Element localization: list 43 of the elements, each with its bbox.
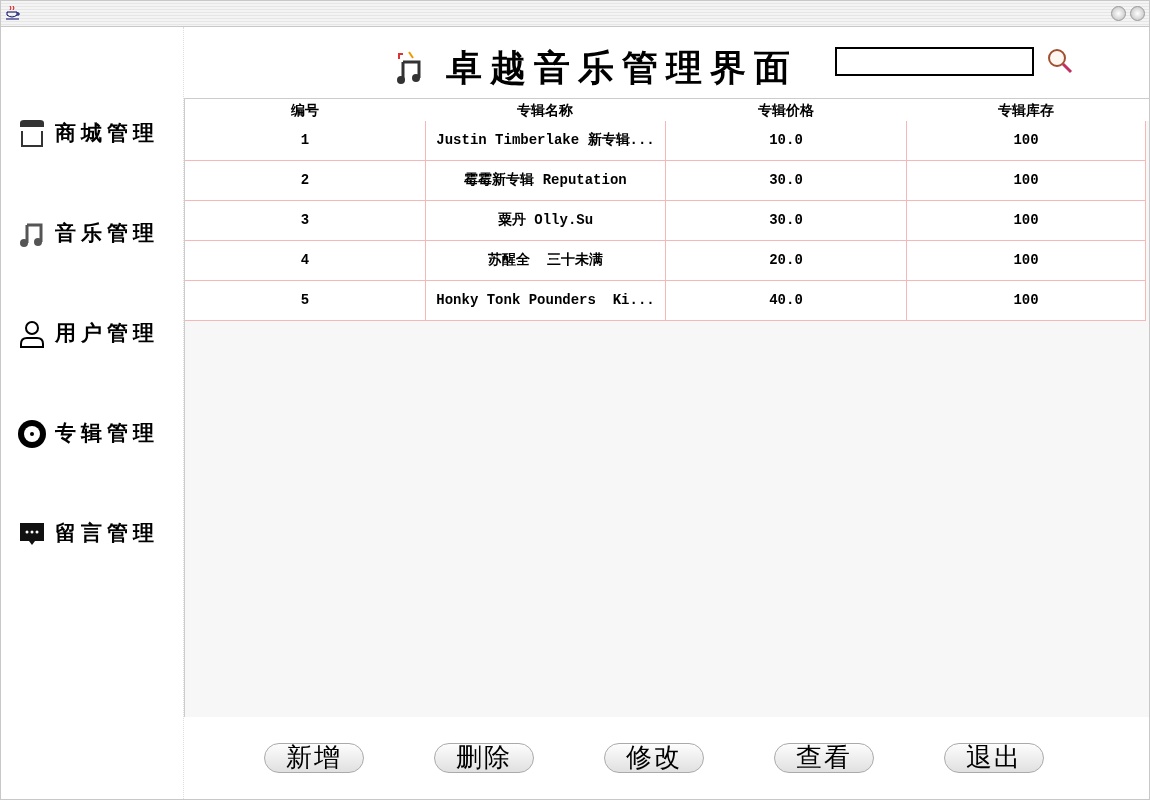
chat-bubble-icon	[17, 521, 47, 547]
sidebar-item[interactable]: 留言管理	[55, 518, 159, 550]
action-button[interactable]: 新增	[264, 743, 364, 773]
table-cell-text: 100	[1013, 291, 1039, 310]
table-cell-text: 100	[1013, 131, 1039, 150]
table-cell-text: 30.0	[769, 171, 803, 190]
column-header[interactable]: 专辑价格	[757, 99, 814, 121]
table-cell-text: 5	[300, 291, 310, 310]
table-cell-text: 2	[300, 171, 310, 190]
action-button[interactable]: 退出	[944, 743, 1044, 773]
music-notes-icon	[394, 50, 424, 86]
search-field[interactable]	[835, 47, 1034, 76]
sidebar-item[interactable]: 音乐管理	[55, 218, 159, 250]
store-icon	[17, 120, 47, 148]
column-header[interactable]: 编号	[291, 99, 319, 121]
app-title: 卓越音乐管理界面	[446, 47, 798, 90]
table-cell-text: 100	[1013, 251, 1039, 270]
column-header[interactable]: 专辑名称	[517, 99, 573, 121]
user-icon	[17, 320, 47, 348]
cup-icon	[5, 4, 21, 23]
column-header[interactable]: 专辑库存	[998, 99, 1054, 121]
action-button[interactable]: 查看	[774, 743, 874, 773]
table-cell-text: 100	[1013, 211, 1039, 230]
table-cell-text: 3	[300, 211, 310, 230]
sidebar-item[interactable]: 商城管理	[55, 118, 159, 150]
table-cell-text: 100	[1013, 171, 1039, 190]
table-cell-text: Honky Tonk Pounders Ki...	[436, 291, 655, 310]
sidebar-item[interactable]: 专辑管理	[55, 418, 159, 450]
table-cell-text: 10.0	[769, 131, 803, 150]
table-cell-text: 20.0	[769, 251, 803, 270]
table-cell-text: Justin Timberlake 新专辑...	[436, 131, 655, 150]
action-button[interactable]: 删除	[434, 743, 534, 773]
action-button[interactable]: 修改	[604, 743, 704, 773]
table-cell-text: 1	[300, 131, 310, 150]
table-cell-text: 粟丹 Olly.Su	[497, 211, 594, 230]
table-cell-text: 40.0	[769, 291, 803, 310]
table-cell-text: 4	[300, 251, 310, 270]
table-cell-text: 30.0	[769, 211, 803, 230]
table-cell-text: 苏醒全 三十未满	[488, 251, 603, 270]
search-icon[interactable]	[1046, 47, 1074, 75]
sidebar-item[interactable]: 用户管理	[55, 318, 159, 350]
table-cell-text: 霉霉新专辑 Reputation	[464, 171, 627, 190]
disc-icon	[17, 419, 47, 449]
